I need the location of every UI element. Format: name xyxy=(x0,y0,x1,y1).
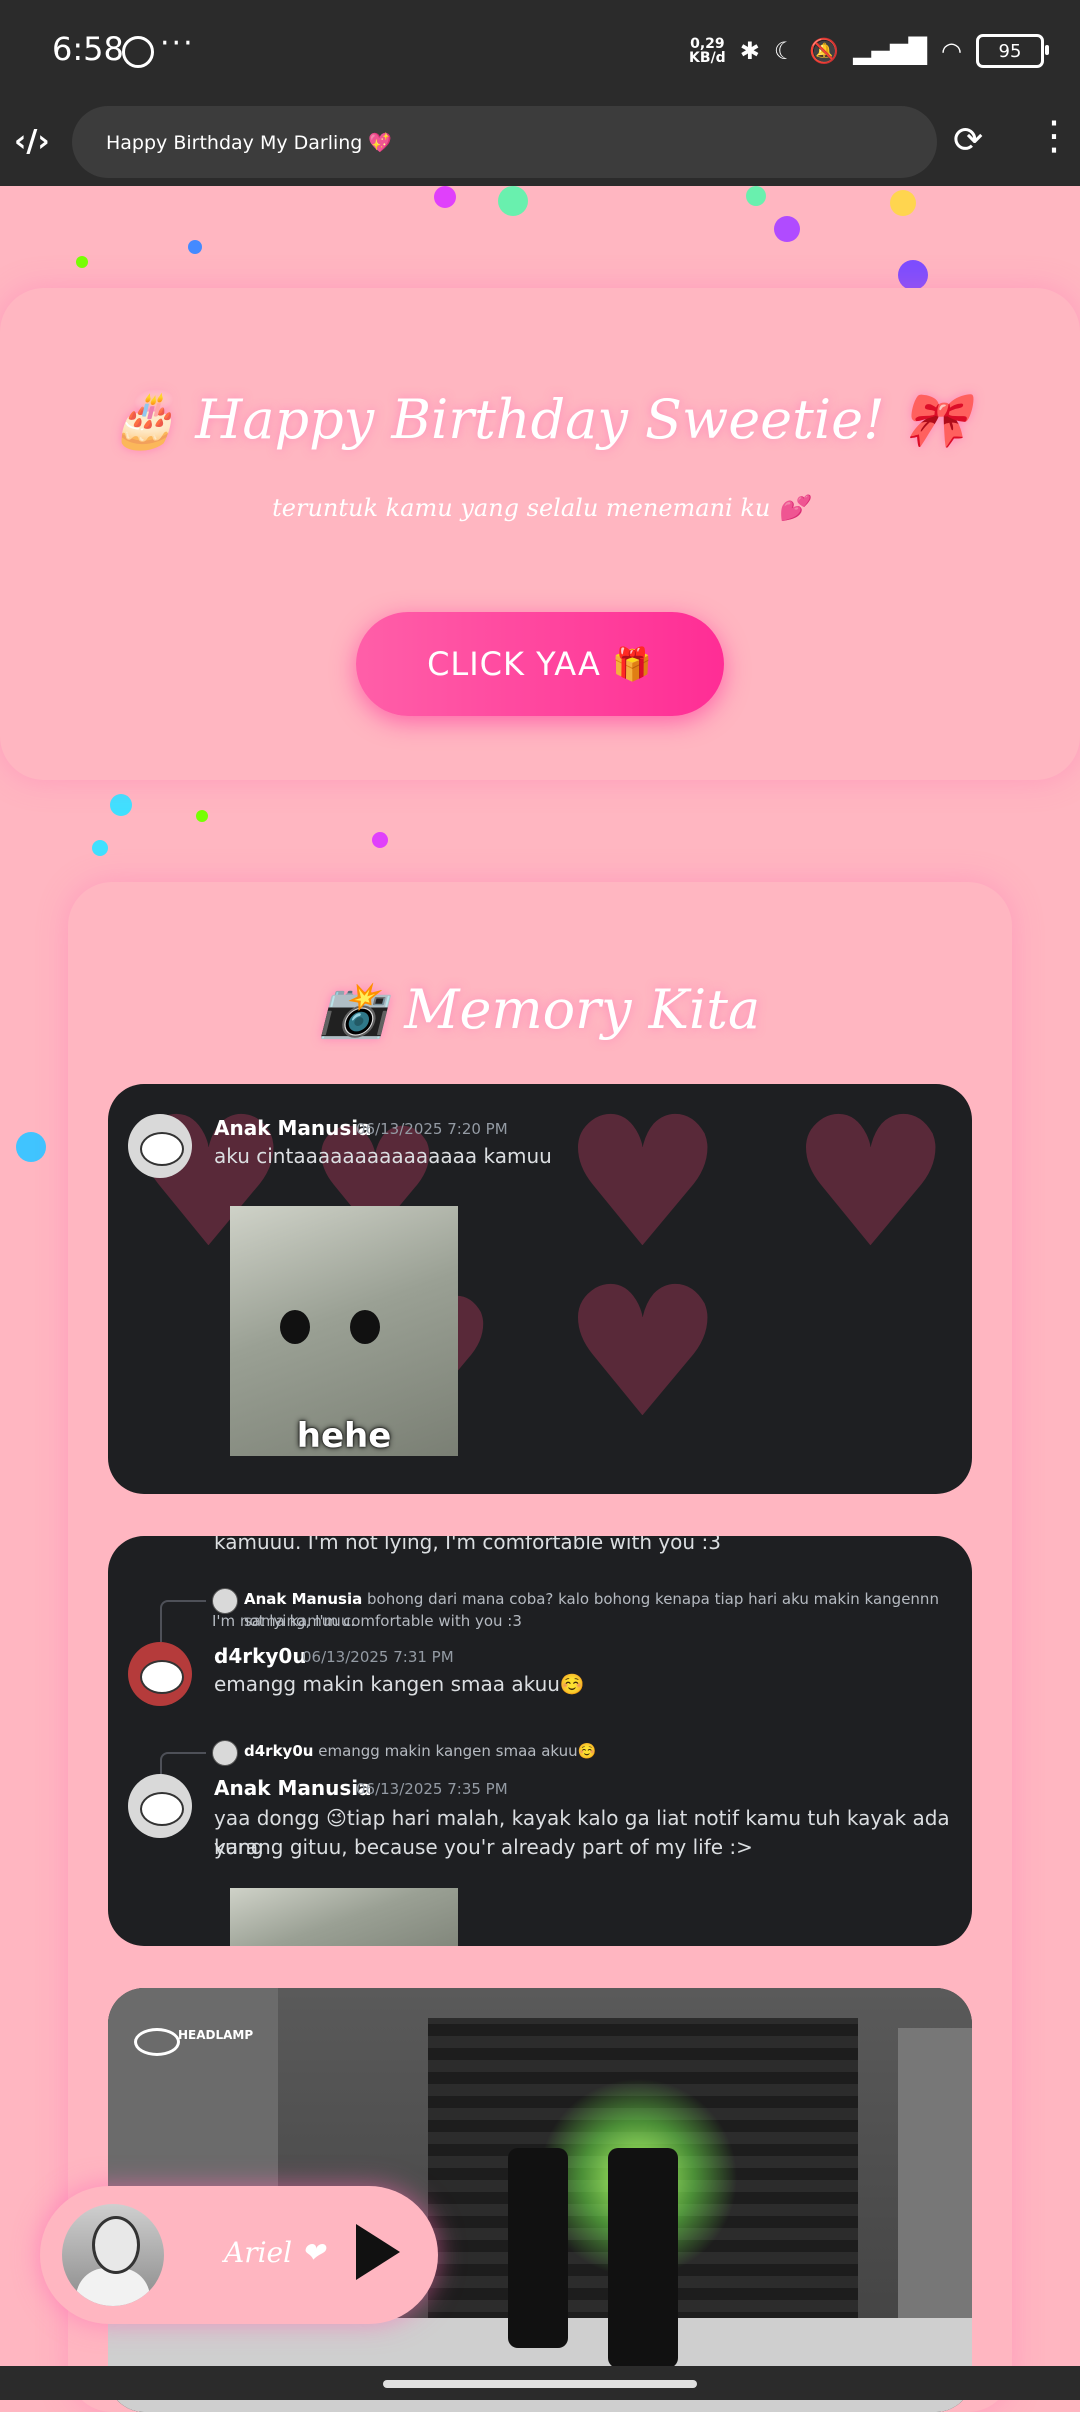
bluetooth-icon: ✱ xyxy=(739,37,760,65)
message-text: aku cintaaaaaaaaaaaaaaa kamuu xyxy=(214,1144,552,1168)
avatar xyxy=(212,1740,238,1766)
song-title: Ariel ❤ xyxy=(224,2236,325,2269)
app-logo-icon[interactable]: ‹/› xyxy=(14,124,58,168)
confetti-dot xyxy=(196,810,208,822)
confetti-dot xyxy=(746,186,766,206)
timestamp: 06/13/2025 7:20 PM xyxy=(356,1120,508,1138)
confetti-dot xyxy=(76,256,88,268)
message-text: emangg makin kangen smaa akuu☺️ xyxy=(214,1672,585,1696)
username: d4rky0u xyxy=(214,1644,307,1668)
play-icon[interactable] xyxy=(356,2224,400,2280)
wifi-icon: ◠ xyxy=(941,37,962,65)
timestamp: 06/13/2025 7:35 PM xyxy=(356,1780,508,1798)
music-player: Ariel ❤ xyxy=(40,2186,438,2324)
page-title: Happy Birthday My Darling 💖 xyxy=(106,131,393,154)
watermark: HEADLAMP xyxy=(178,2028,254,2042)
memory-photo-2[interactable]: kamuuu. I'm not lying, I'm comfortable w… xyxy=(108,1536,972,1946)
confetti-dot xyxy=(774,216,800,242)
home-gesture-bar[interactable] xyxy=(383,2380,697,2388)
heart-decoration: ♥ xyxy=(562,1249,724,1458)
cat-image xyxy=(230,1888,458,1946)
hero-subtitle: teruntuk kamu yang selalu menemani ku 💕 xyxy=(272,494,808,522)
confetti-dot xyxy=(110,794,132,816)
message-text: kurang gituu, because you'r already part… xyxy=(214,1835,753,1859)
reload-icon[interactable]: ⟳ xyxy=(953,120,983,161)
more-notifications-icon: ··· xyxy=(160,26,195,61)
reply-preview: d4rky0u emangg makin kangen smaa akuu☺️ xyxy=(244,1742,597,1760)
memory-section: 📸 Memory Kita ♥ ♥ ♥ ♥ ♥ ♥ Anak Manusia 0… xyxy=(68,882,1012,2412)
confetti-dot xyxy=(434,186,456,208)
memory-photo-1[interactable]: ♥ ♥ ♥ ♥ ♥ ♥ Anak Manusia 06/13/2025 7:20… xyxy=(108,1084,972,1494)
mute-icon: 🔕 xyxy=(809,37,840,65)
image-caption: hehe xyxy=(296,1416,392,1456)
kebab-menu-icon[interactable]: ⋮ xyxy=(1034,116,1074,156)
browser-toolbar: ‹/› Happy Birthday My Darling 💖 ⟳ ⋮ xyxy=(0,106,1080,186)
game-character xyxy=(508,2148,568,2348)
hero-card: 🎂 Happy Birthday Sweetie! 🎀 teruntuk kam… xyxy=(0,288,1080,780)
confetti-dot xyxy=(898,260,928,290)
timestamp: 06/13/2025 7:31 PM xyxy=(302,1648,454,1666)
confetti-dot xyxy=(92,840,108,856)
game-character xyxy=(608,2148,678,2368)
confetti-dot xyxy=(188,240,202,254)
memory-title: 📸 Memory Kita xyxy=(319,978,761,1041)
avatar xyxy=(128,1774,192,1838)
status-time: 6:58 xyxy=(52,30,124,68)
hero-title: 🎂 Happy Birthday Sweetie! 🎀 xyxy=(110,388,970,451)
click-yaa-button[interactable]: CLICK YAA 🎁 xyxy=(356,612,724,716)
avatar xyxy=(128,1114,192,1178)
status-bar: 6:58 ··· 0,29 KB/d ✱ ☾ 🔕 ▂▄▆█ ◠ 95 xyxy=(0,0,1080,106)
heart-decoration: ♥ xyxy=(562,1084,724,1288)
message-text: kamuuu. I'm not lying, I'm comfortable w… xyxy=(214,1536,721,1554)
address-bar[interactable]: Happy Birthday My Darling 💖 xyxy=(72,106,937,178)
confetti-dot xyxy=(498,186,528,216)
cat-image: hehe xyxy=(230,1206,458,1456)
signal-icon: ▂▄▆█ xyxy=(853,37,928,65)
moon-icon: ☾ xyxy=(773,37,796,65)
username: Anak Manusia xyxy=(214,1116,372,1140)
confetti-dot xyxy=(372,832,388,848)
whatsapp-icon xyxy=(122,36,154,68)
username: Anak Manusia xyxy=(214,1776,372,1800)
battery-icon: 95 xyxy=(976,34,1049,68)
avatar xyxy=(62,2204,164,2306)
headlamp-logo-icon xyxy=(134,2028,180,2056)
heart-decoration: ♥ xyxy=(790,1084,952,1288)
navigation-bar xyxy=(0,2366,1080,2400)
avatar xyxy=(128,1642,192,1706)
net-speed: 0,29 KB/d xyxy=(689,36,726,66)
confetti-dot xyxy=(890,190,916,216)
confetti-dot xyxy=(16,1132,46,1162)
reply-preview: I'm not lying, I'm comfortable with you … xyxy=(212,1612,522,1630)
